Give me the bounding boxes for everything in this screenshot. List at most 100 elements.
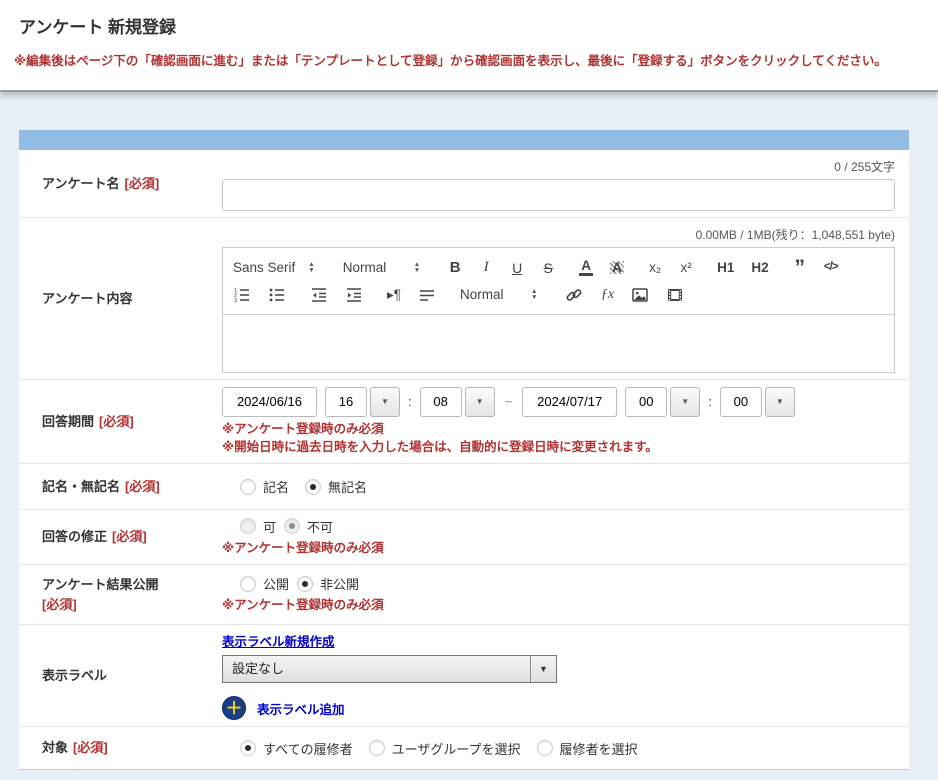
ordered-list-icon[interactable]: 123	[233, 286, 251, 304]
radio-private[interactable]	[297, 576, 313, 592]
formula-icon[interactable]: ƒx	[600, 288, 614, 302]
radio-signed[interactable]	[240, 479, 256, 495]
result-publish-label: アンケート結果公開[必須]	[19, 565, 222, 624]
required-marker: [必須]	[73, 740, 108, 755]
list-group: 123	[233, 286, 286, 304]
text-direction-icon[interactable]: ▸¶	[387, 288, 401, 302]
start-minute-spinner[interactable]: ▼	[465, 387, 495, 417]
result-publish-field: 公開 非公開 ※アンケート登録時のみ必須	[222, 565, 909, 624]
background-color-icon[interactable]: A	[610, 261, 624, 275]
indent-group	[310, 286, 363, 304]
header-picker-label: Normal	[343, 260, 401, 275]
strikethrough-icon[interactable]: S	[541, 261, 555, 275]
survey-form-card: アンケート名[必須] 0 / 255文字 アンケート内容 0.00MB / 1M…	[19, 130, 909, 770]
char-counter: 0 / 255文字	[222, 158, 895, 175]
target-radio-group: すべての履修者 ユーザグループを選択 履修者を選択	[240, 739, 654, 758]
size-picker[interactable]: Normal ▲▼	[460, 287, 537, 302]
display-label-select[interactable]: 設定なし ▼	[222, 655, 557, 683]
radio-anonymous-label[interactable]: 無記名	[328, 477, 367, 496]
result-publish-note: ※アンケート登録時のみ必須	[222, 596, 895, 614]
color-group: A A	[579, 259, 624, 277]
font-picker[interactable]: Sans Serif ▲▼	[233, 260, 315, 275]
image-icon[interactable]	[631, 286, 649, 304]
radio-public-label[interactable]: 公開	[263, 574, 289, 593]
end-minute-spinner[interactable]: ▼	[765, 387, 795, 417]
display-label-field: 表示ラベル新規作成 設定なし ▼ ＋ 表示ラベル追加	[222, 625, 909, 726]
heading-group: H1 H2	[717, 261, 769, 275]
required-marker: [必須]	[125, 479, 160, 494]
start-minute-input[interactable]	[420, 387, 462, 417]
code-block-icon[interactable]: </>	[824, 262, 838, 274]
end-hour-input[interactable]	[625, 387, 667, 417]
radio-select-students-label[interactable]: 履修者を選択	[560, 739, 638, 758]
radio-signed-label[interactable]: 記名	[263, 477, 289, 496]
start-hour-spinner[interactable]: ▼	[370, 387, 400, 417]
superscript-icon[interactable]: x²	[679, 261, 693, 275]
heading2-icon[interactable]: H2	[751, 261, 768, 275]
label-text: アンケート内容	[42, 291, 132, 306]
start-hour-input[interactable]	[325, 387, 367, 417]
direction-group: ▸¶	[387, 286, 436, 304]
add-label-plus-icon[interactable]: ＋	[222, 696, 246, 720]
picker-arrows-icon: ▲▼	[308, 262, 314, 274]
row-survey-name: アンケート名 [必須] 0 / 255文字	[19, 150, 909, 218]
end-hour-spinner[interactable]: ▼	[670, 387, 700, 417]
radio-public[interactable]	[240, 576, 256, 592]
underline-icon[interactable]: U	[510, 261, 524, 275]
survey-name-input[interactable]	[222, 179, 895, 211]
label-text: アンケート結果公開	[42, 575, 158, 595]
size-picker-label: Normal	[460, 287, 518, 302]
radio-user-group[interactable]	[369, 740, 385, 756]
radio-editable-yes[interactable]	[240, 518, 256, 534]
anonymity-radio-group: 記名 無記名	[240, 477, 383, 496]
label-text: 対象	[42, 740, 68, 755]
indent-icon[interactable]	[345, 286, 363, 304]
radio-editable-no[interactable]	[284, 518, 300, 534]
editor-content[interactable]	[223, 315, 894, 372]
display-label-label: 表示ラベル	[19, 625, 222, 726]
heading1-icon[interactable]: H1	[717, 261, 734, 275]
radio-editable-no-label[interactable]: 不可	[307, 517, 333, 536]
picker-arrows-icon: ▲▼	[531, 289, 537, 301]
radio-select-students[interactable]	[537, 740, 553, 756]
radio-all-students-label[interactable]: すべての履修者	[263, 739, 353, 758]
required-marker: [必須]	[124, 176, 159, 191]
label-text: 記名・無記名	[42, 479, 120, 494]
start-date-input[interactable]	[222, 387, 317, 417]
select-value: 設定なし	[223, 656, 530, 682]
target-label: 対象 [必須]	[19, 727, 222, 769]
radio-all-students[interactable]	[240, 740, 256, 756]
bold-icon[interactable]: B	[448, 260, 462, 275]
bullet-list-icon[interactable]	[268, 286, 286, 304]
header-picker[interactable]: Normal ▲▼	[343, 260, 420, 275]
rich-text-editor: Sans Serif ▲▼ Normal ▲▼ B I U	[222, 247, 895, 373]
result-publish-radio-group: 公開 非公開	[240, 574, 895, 593]
content-area: アンケート名[必須] 0 / 255文字 アンケート内容 0.00MB / 1M…	[0, 92, 938, 780]
align-icon[interactable]	[418, 286, 436, 304]
add-display-label-link[interactable]: 表示ラベル追加	[257, 699, 345, 718]
end-minute-input[interactable]	[720, 387, 762, 417]
time-separator: :	[408, 394, 412, 409]
answer-edit-note: ※アンケート登録時のみ必須	[222, 539, 895, 557]
video-icon[interactable]	[666, 286, 684, 304]
card-header-bar	[19, 130, 909, 150]
subscript-icon[interactable]: x₂	[648, 261, 662, 275]
outdent-icon[interactable]	[310, 286, 328, 304]
radio-anonymous[interactable]	[305, 479, 321, 495]
anonymity-field: 記名 無記名	[222, 464, 909, 509]
create-display-label-link[interactable]: 表示ラベル新規作成	[222, 631, 335, 650]
row-target: 対象 [必須] すべての履修者 ユーザグループを選択 履修者を選択	[19, 727, 909, 769]
blockquote-icon[interactable]: ”	[793, 260, 807, 275]
text-color-icon[interactable]: A	[579, 259, 593, 277]
end-date-input[interactable]	[522, 387, 617, 417]
link-icon[interactable]	[565, 286, 583, 304]
radio-private-label[interactable]: 非公開	[320, 574, 359, 593]
radio-editable-yes-label[interactable]: 可	[263, 517, 276, 536]
range-separator: ~	[505, 394, 513, 409]
answer-edit-field: 可 不可 ※アンケート登録時のみ必須	[222, 510, 909, 564]
response-period-label: 回答期間[必須]	[19, 380, 222, 463]
italic-icon[interactable]: I	[479, 260, 493, 275]
radio-user-group-label[interactable]: ユーザグループを選択	[392, 739, 521, 758]
label-text: アンケート名	[42, 176, 119, 191]
period-note-1: ※アンケート登録時のみ必須	[222, 420, 895, 438]
